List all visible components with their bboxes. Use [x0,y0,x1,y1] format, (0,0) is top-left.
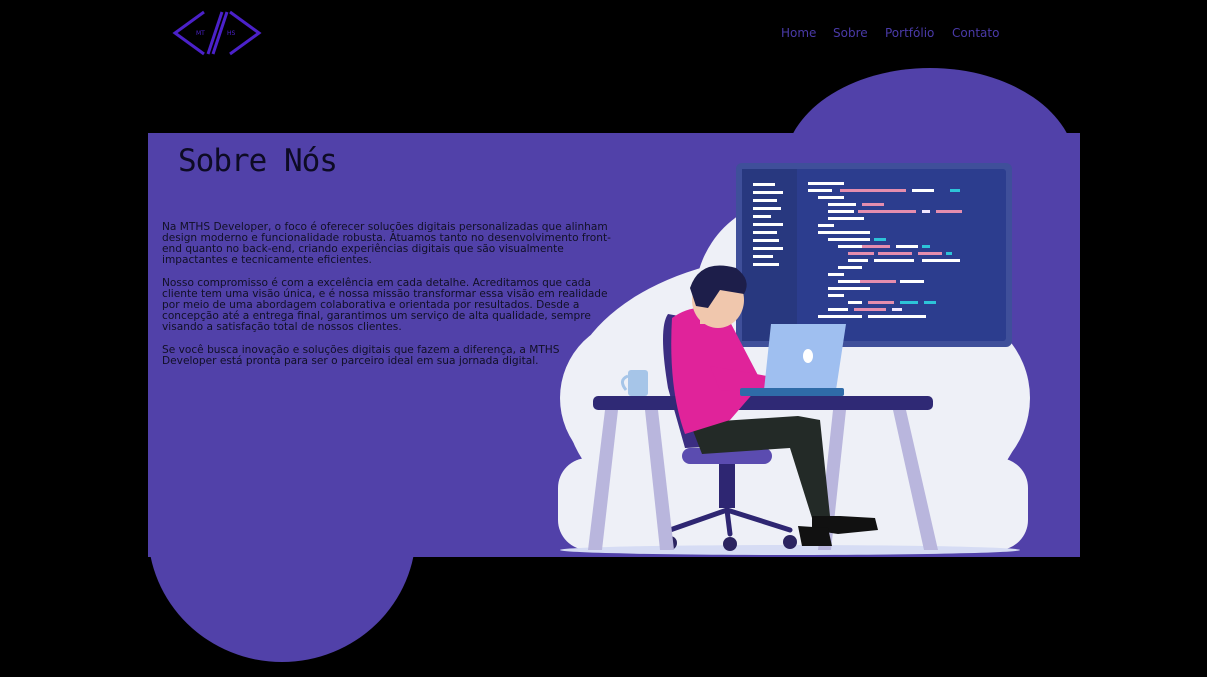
about-paragraph-1: Na MTHS Developer, o foco é oferecer sol… [162,221,611,266]
nav-contato[interactable]: Contato [952,26,999,40]
nav-portfolio[interactable]: Portfólio [885,26,934,40]
about-title: Sobre Nós [178,143,338,179]
main-nav: Home Sobre Portfólio Contato [0,26,1207,42]
developer-illustration-icon [558,163,1030,555]
nav-sobre[interactable]: Sobre [833,26,868,40]
about-paragraph-2: Nosso compromisso é com a excelência em … [162,277,608,333]
developer-at-desk-illustration [550,158,1040,556]
nav-home[interactable]: Home [781,26,816,40]
about-text: Na MTHS Developer, o foco é oferecer sol… [162,222,614,379]
about-paragraph-3: Se você busca inovação e soluções digita… [162,344,560,367]
